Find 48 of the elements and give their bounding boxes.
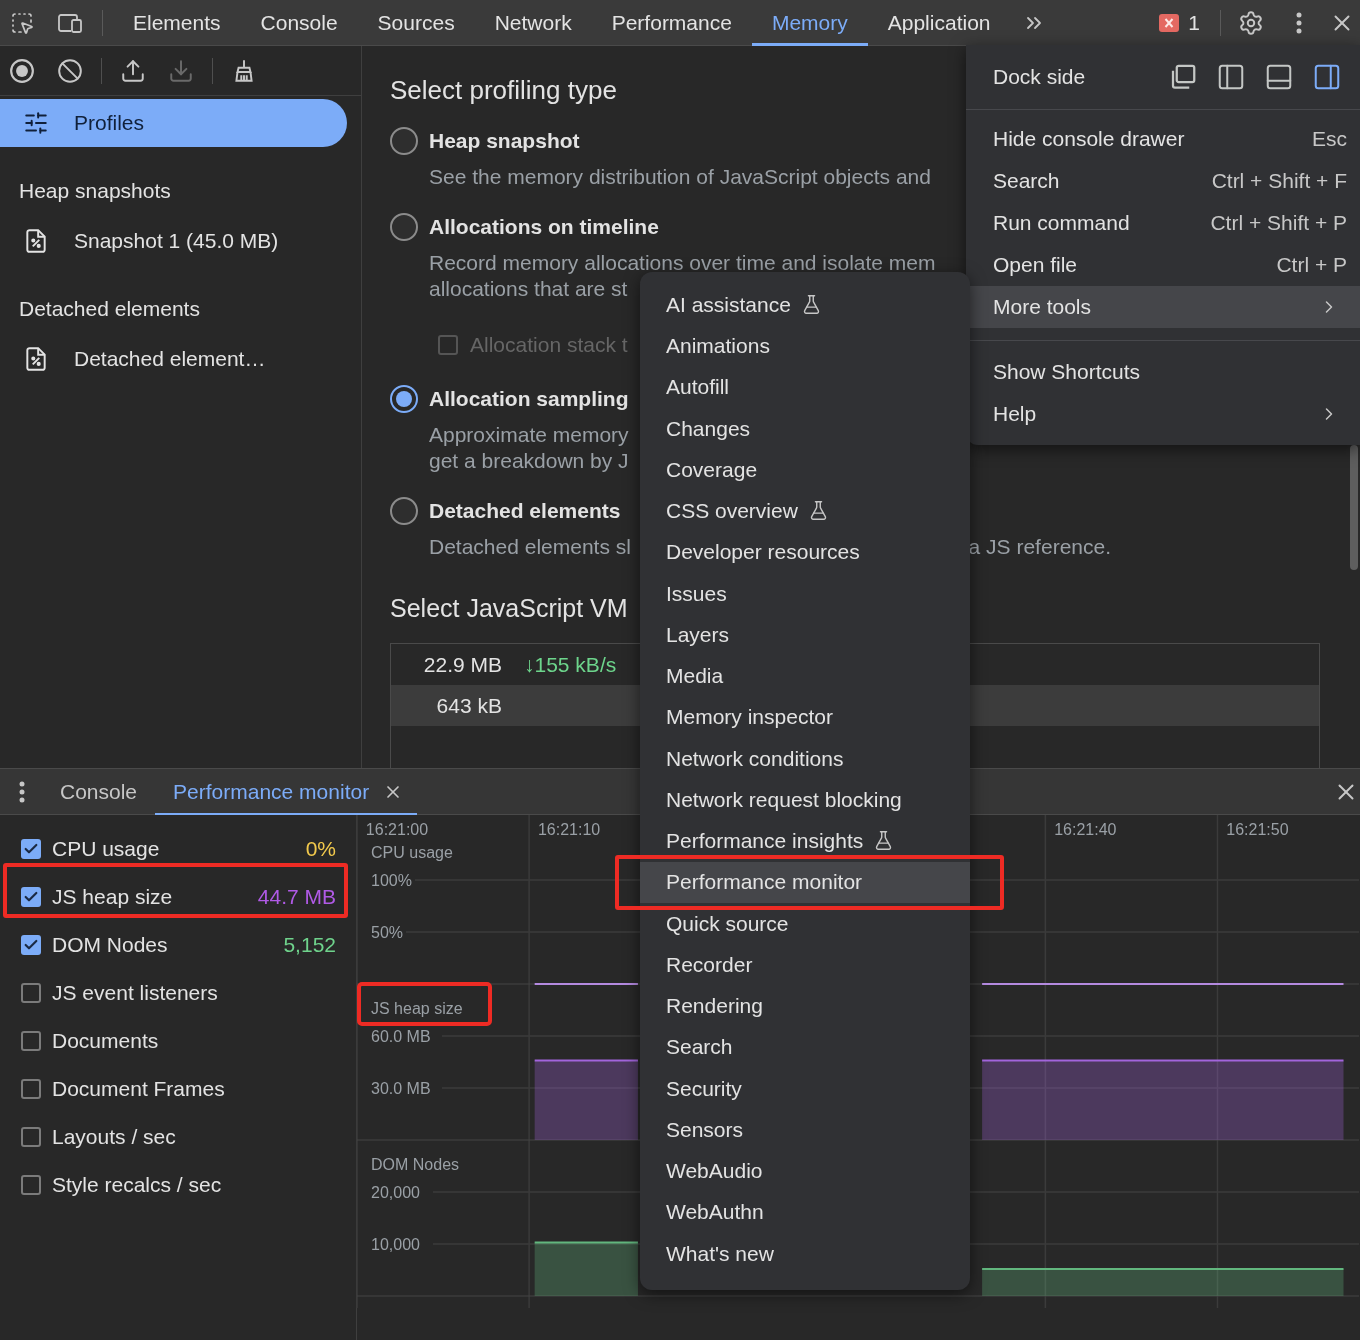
- axis-label: 50%: [371, 923, 404, 941]
- table-cell-text: 22.9 MB: [422, 651, 502, 678]
- metric-label: DOM Nodes: [52, 932, 168, 959]
- group-heading: Detached elements: [18, 296, 200, 322]
- metric-label: JS event listeners: [52, 980, 218, 1007]
- option-description: a JS reference.: [968, 534, 1111, 560]
- table-cell-text: 643 kB: [435, 692, 502, 719]
- shortcut-label: Ctrl + Shift + P: [1210, 210, 1347, 237]
- axis-label: 60.0 MB: [371, 1027, 431, 1045]
- option-description: Detached elements sl: [429, 534, 631, 560]
- shortcut-label: Esc: [1312, 126, 1347, 153]
- option-label: Allocation sampling: [429, 386, 629, 413]
- shortcut-label: Ctrl + Shift + F: [1211, 168, 1347, 195]
- metric-label: Style recalcs / sec: [52, 1172, 222, 1199]
- chart-title: JS heap size: [371, 1000, 463, 1017]
- option-label: Heap snapshot: [429, 128, 580, 155]
- metric-label: Layouts / sec: [52, 1124, 176, 1151]
- time-label: 16:21:00: [365, 821, 429, 838]
- axis-label: 100%: [371, 871, 412, 889]
- chart-title: CPU usage: [371, 844, 453, 861]
- checkbox-label: Allocation stack t: [470, 332, 628, 359]
- time-label: 16:21:10: [537, 821, 601, 838]
- chart-title: DOM Nodes: [371, 1156, 460, 1173]
- metric-label: CPU usage: [52, 836, 160, 863]
- shortcut-label: Ctrl + P: [1276, 252, 1347, 279]
- time-label: 16:21:40: [1054, 821, 1117, 838]
- metric-value: 5,152: [283, 932, 336, 959]
- section-title: Select JavaScript VM: [390, 593, 628, 624]
- option-description: Approximate memory: [429, 422, 629, 448]
- axis-label: 20,000: [371, 1183, 420, 1201]
- metric-value: 0%: [305, 836, 336, 863]
- time-label: 16:21:50: [1226, 821, 1289, 838]
- axis-label: 10,000: [371, 1235, 420, 1253]
- metric-label: Document Frames: [52, 1076, 225, 1103]
- option-description: get a breakdown by J: [429, 448, 629, 474]
- option-description: See the memory distribution of JavaScript objects and: [429, 164, 931, 190]
- group-heading: Heap snapshots: [18, 178, 171, 204]
- section-title: Select profiling type: [390, 74, 617, 106]
- option-label: Detached elements: [429, 498, 621, 525]
- metric-value: 44.7 MB: [257, 884, 336, 911]
- axis-label: 30.0 MB: [371, 1079, 431, 1097]
- metric-label: JS heap size: [52, 884, 173, 911]
- table-cell-text: ↓155 kB/s: [523, 651, 617, 678]
- metric-label: Documents: [52, 1028, 159, 1055]
- option-label: Allocations on timeline: [429, 214, 659, 241]
- option-description: allocations that are st: [429, 276, 628, 302]
- menu-label: Dock side: [993, 64, 1086, 91]
- option-description: Record memory allocations over time and isolate mem: [429, 250, 936, 276]
